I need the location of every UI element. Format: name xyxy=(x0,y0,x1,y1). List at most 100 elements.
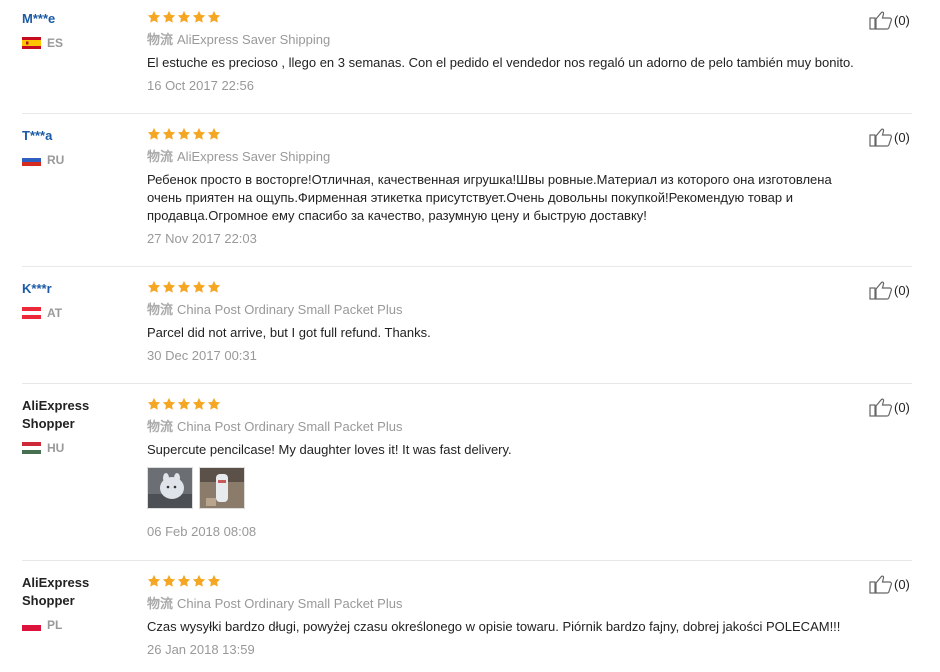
star-icon xyxy=(207,574,221,588)
helpful-count: (0) xyxy=(894,12,910,28)
flag-poland-icon xyxy=(22,619,41,631)
rating-stars xyxy=(147,397,867,413)
review-body: 物流 China Post Ordinary Small Packet Plus … xyxy=(147,574,867,659)
buyer-country: PL xyxy=(22,618,132,632)
shipping-name: AliExpress Saver Shipping xyxy=(177,149,331,164)
shipping-label: 物流 xyxy=(147,32,174,47)
star-icon xyxy=(177,280,191,294)
star-icon xyxy=(162,127,176,141)
flag-austria-icon xyxy=(22,307,41,319)
star-icon xyxy=(177,574,191,588)
review-text: Supercute pencilcase! My daughter loves … xyxy=(147,442,512,457)
shipping-method: 物流 China Post Ordinary Small Packet Plus xyxy=(147,418,867,436)
shipping-label: 物流 xyxy=(147,596,174,611)
buyer-info: K***r AT xyxy=(22,280,132,320)
shipping-name: China Post Ordinary Small Packet Plus xyxy=(177,596,403,611)
star-icon xyxy=(192,397,206,411)
buyer-name[interactable]: M***e xyxy=(22,10,132,28)
buyer-name[interactable]: K***r xyxy=(22,280,132,298)
shipping-method: 物流 China Post Ordinary Small Packet Plus xyxy=(147,595,867,613)
helpful-button[interactable]: (0) xyxy=(869,127,910,147)
buyer-country: RU xyxy=(22,153,132,167)
helpful-button[interactable]: (0) xyxy=(869,10,910,30)
thumbs-up-icon[interactable] xyxy=(869,280,893,300)
divider xyxy=(22,266,912,267)
country-code: PL xyxy=(47,618,63,632)
buyer-name: AliExpress Shopper xyxy=(22,398,90,431)
flag-spain-icon xyxy=(22,37,41,49)
review-body: 物流 China Post Ordinary Small Packet Plus … xyxy=(147,397,867,541)
star-icon xyxy=(192,280,206,294)
buyer-name[interactable]: T***a xyxy=(22,127,132,145)
star-icon xyxy=(162,574,176,588)
helpful-button[interactable]: (0) xyxy=(869,397,910,417)
review-photo-thumbnail[interactable] xyxy=(199,467,245,509)
star-icon xyxy=(147,397,161,411)
flag-russia-icon xyxy=(22,154,41,166)
star-icon xyxy=(147,127,161,141)
thumbs-up-icon[interactable] xyxy=(869,127,893,147)
star-icon xyxy=(177,10,191,24)
star-icon xyxy=(207,280,221,294)
review-body: 物流 AliExpress Saver Shipping El estuche e… xyxy=(147,10,867,95)
buyer-country: HU xyxy=(22,441,132,455)
review-date: 16 Oct 2017 22:56 xyxy=(147,78,254,93)
star-icon xyxy=(192,127,206,141)
helpful-button[interactable]: (0) xyxy=(869,574,910,594)
star-icon xyxy=(177,127,191,141)
star-icon xyxy=(192,574,206,588)
helpful-count: (0) xyxy=(894,129,910,145)
shipping-method: 物流 AliExpress Saver Shipping xyxy=(147,31,867,49)
helpful-count: (0) xyxy=(894,576,910,592)
divider xyxy=(22,383,912,384)
star-icon xyxy=(147,574,161,588)
buyer-info: M***e ES xyxy=(22,10,132,50)
shipping-name: China Post Ordinary Small Packet Plus xyxy=(177,419,403,434)
rating-stars xyxy=(147,10,867,26)
star-icon xyxy=(162,10,176,24)
star-icon xyxy=(162,397,176,411)
thumbs-up-icon[interactable] xyxy=(869,574,893,594)
helpful-button[interactable]: (0) xyxy=(869,280,910,300)
rating-stars xyxy=(147,574,867,590)
divider xyxy=(22,560,912,561)
review-photos xyxy=(147,467,867,509)
shipping-label: 物流 xyxy=(147,302,174,317)
thumbs-up-icon[interactable] xyxy=(869,10,893,30)
country-code: RU xyxy=(47,153,65,167)
shipping-method: 物流 AliExpress Saver Shipping xyxy=(147,148,867,166)
review-date: 30 Dec 2017 00:31 xyxy=(147,348,257,363)
shipping-method: 物流 China Post Ordinary Small Packet Plus xyxy=(147,301,867,319)
shipping-name: AliExpress Saver Shipping xyxy=(177,32,331,47)
helpful-count: (0) xyxy=(894,399,910,415)
star-icon xyxy=(147,280,161,294)
review-body: 物流 China Post Ordinary Small Packet Plus … xyxy=(147,280,867,365)
country-code: ES xyxy=(47,36,64,50)
country-code: HU xyxy=(47,441,65,455)
review-body: 物流 AliExpress Saver Shipping Ребенок прос… xyxy=(147,127,867,248)
star-icon xyxy=(177,397,191,411)
flag-hungary-icon xyxy=(22,442,41,454)
buyer-info: AliExpress Shopper PL xyxy=(22,574,132,632)
shipping-name: China Post Ordinary Small Packet Plus xyxy=(177,302,403,317)
divider xyxy=(22,113,912,114)
buyer-country: ES xyxy=(22,36,132,50)
shipping-label: 物流 xyxy=(147,149,174,164)
star-icon xyxy=(207,10,221,24)
review-photo-thumbnail[interactable] xyxy=(147,467,193,509)
star-icon xyxy=(147,10,161,24)
star-icon xyxy=(162,280,176,294)
star-icon xyxy=(207,397,221,411)
thumbs-up-icon[interactable] xyxy=(869,397,893,417)
review-text: Parcel did not arrive, but I got full re… xyxy=(147,325,431,340)
review-date: 26 Jan 2018 13:59 xyxy=(147,642,255,657)
star-icon xyxy=(207,127,221,141)
buyer-info: AliExpress Shopper HU xyxy=(22,397,132,455)
review-text: Ребенок просто в восторге!Отличная, каче… xyxy=(147,172,832,223)
feedback-list: M***e ES 物流 AliExpress Saver Shipping El … xyxy=(0,0,940,672)
rating-stars xyxy=(147,280,867,296)
buyer-country: AT xyxy=(22,306,132,320)
review-text: El estuche es precioso , llego en 3 sema… xyxy=(147,55,854,70)
buyer-name: AliExpress Shopper xyxy=(22,575,90,608)
shipping-label: 物流 xyxy=(147,419,174,434)
